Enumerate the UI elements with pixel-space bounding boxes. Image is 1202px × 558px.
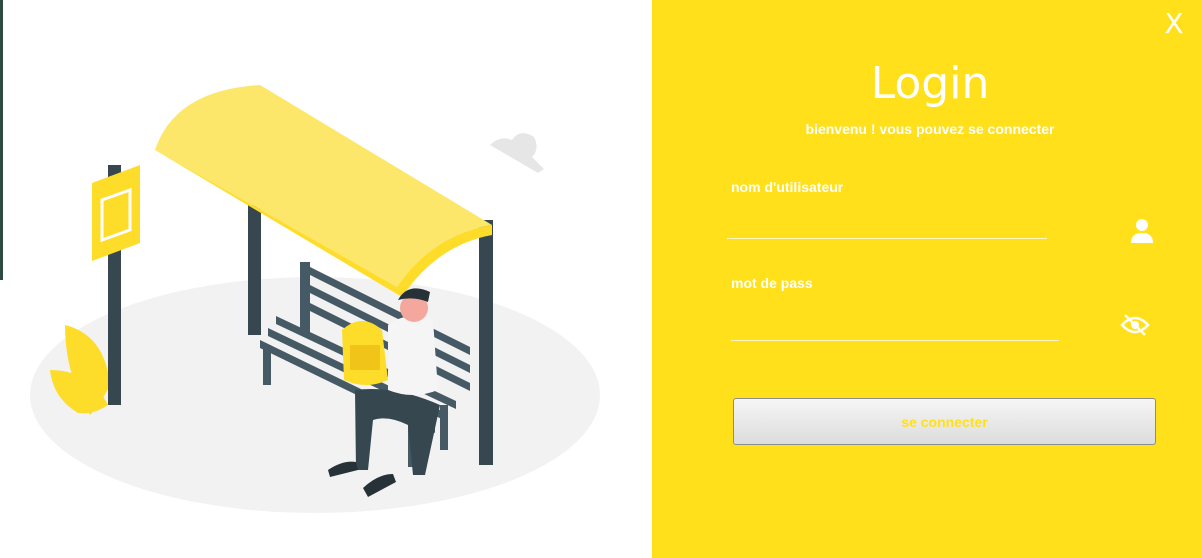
shelter-post — [479, 220, 493, 465]
username-input[interactable] — [727, 210, 1047, 239]
eye-slash-icon[interactable] — [1119, 310, 1151, 340]
login-button[interactable]: se connecter — [733, 398, 1156, 445]
illustration-panel — [0, 0, 652, 558]
close-button[interactable]: X — [1160, 8, 1188, 40]
password-label: mot de pass — [731, 275, 813, 291]
username-label: nom d'utilisateur — [731, 179, 844, 195]
cloud — [490, 133, 544, 173]
subtitle: bienvenu ! vous pouvez se connecter — [805, 121, 1055, 137]
bus-stop-illustration — [30, 85, 600, 513]
user-icon — [1127, 215, 1157, 245]
shelter-roof — [155, 85, 492, 287]
password-input[interactable] — [731, 310, 1059, 341]
page-title: Login — [870, 58, 990, 109]
backpack-pocket — [350, 345, 380, 370]
shelter-post — [248, 205, 261, 335]
bus-sign — [92, 165, 140, 261]
